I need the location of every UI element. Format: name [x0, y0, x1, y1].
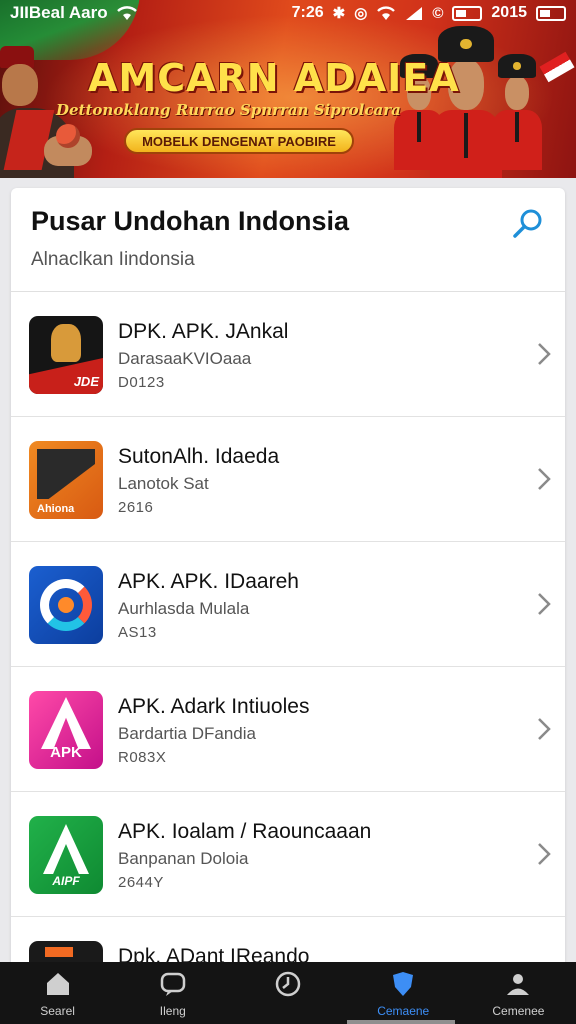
data-saver-icon: © [432, 4, 444, 22]
chevron-right-icon [538, 718, 551, 740]
clock-time: 7:26 [291, 4, 324, 21]
warrior-icon: JDE [29, 316, 103, 394]
list-item[interactable]: Dpk. ADant IReando [11, 917, 565, 968]
list-item[interactable]: APK. APK. IDaareh Aurhlasda Mulala AS13 [11, 542, 565, 667]
app-meta: AS13 [118, 624, 157, 641]
officers-illustration [394, 24, 576, 178]
app-title: APK. Ioalam / Raouncaaan [118, 820, 372, 843]
page-title: Pusar Undohan Indonsia [31, 206, 350, 236]
app-list: JDE DPK. APK. JAnkal DarasaaKVIOaaa D012… [11, 292, 565, 968]
chevron-right-icon [538, 593, 551, 615]
pink-a-icon: APK [29, 691, 103, 769]
app-meta: D0123 [118, 374, 165, 391]
green-a-icon: AIPF [29, 816, 103, 894]
nav-label: Searel [40, 1004, 75, 1018]
app-directory-card: Pusar Undohan Indonsia Alnaclkan Iindons… [11, 188, 565, 968]
card-header: Pusar Undohan Indonsia Alnaclkan Iindons… [11, 188, 565, 292]
wifi-icon [116, 6, 137, 20]
chevron-right-icon [538, 468, 551, 490]
app-subtitle: Banpanan Doloia [118, 849, 249, 868]
app-subtitle: Lanotok Sat [118, 474, 209, 493]
banner-cta-button[interactable]: MOBELK DENGENAT PAOBIRE [124, 128, 354, 154]
bluetooth-icon: ✱ [332, 5, 346, 22]
app-meta: 2616 [118, 499, 154, 516]
search-icon[interactable] [511, 206, 547, 242]
banner-title: AMCARN ADAIEA [88, 56, 460, 100]
promo-banner[interactable]: JIIBeal Aaro 7:26 ✱ ◎ © 2015 AMCARN ADAI… [0, 0, 576, 178]
app-title: APK. Adark Intiuoles [118, 695, 310, 718]
app-meta: R083X [118, 749, 167, 766]
profile-icon [507, 974, 530, 995]
blue-swirl-icon [29, 566, 103, 644]
banner-subtitle: Dettonoklang Rurrao Spnrran Siprolcara [56, 101, 401, 119]
app-title: APK. APK. IDaareh [118, 570, 299, 593]
home-icon [46, 973, 69, 995]
app-meta: 2644Y [118, 874, 164, 891]
list-item[interactable]: APK APK. Adark Intiuoles Bardartia DFand… [11, 667, 565, 792]
sync-icon: ◎ [354, 5, 368, 22]
page-subtitle: Alnaclkan Iindonsia [31, 249, 195, 270]
nav-item-history[interactable] [230, 962, 345, 1024]
small-flag-decoration [539, 51, 575, 83]
carrier-label: JIIBeal Aaro [10, 3, 108, 22]
nav-label: Cemenee [492, 1004, 545, 1018]
wifi-status-icon [377, 5, 396, 20]
app-subtitle: Bardartia DFandia [118, 724, 256, 743]
list-item[interactable]: AIPF APK. Ioalam / Raouncaaan Banpanan D… [11, 792, 565, 917]
clock-icon [275, 971, 301, 997]
app-title: SutonAlh. Idaeda [118, 445, 280, 468]
nav-item-home[interactable]: Searel [0, 962, 115, 1024]
chat-icon [160, 972, 186, 996]
battery-icon-secondary [536, 5, 566, 21]
nav-item-profile[interactable]: Cemenee [461, 962, 576, 1024]
list-item[interactable]: JDE DPK. APK. JAnkal DarasaaKVIOaaa D012… [11, 292, 565, 417]
battery-label: 2015 [491, 4, 527, 21]
bottom-navigation: Searel Ileng Cemaene Cemenee [0, 962, 576, 1024]
battery-icon [452, 5, 483, 21]
nav-item-chat[interactable]: Ileng [115, 962, 230, 1024]
nav-label: Ileng [159, 1004, 186, 1018]
active-tab-indicator [347, 1020, 455, 1024]
app-title: DPK. APK. JAnkal [118, 320, 289, 343]
chevron-right-icon [538, 343, 551, 365]
orange-grid-icon: Ahiona [29, 441, 103, 519]
status-bar: JIIBeal Aaro 7:26 ✱ ◎ © 2015 [0, 0, 576, 26]
app-subtitle: DarasaaKVIOaaa [118, 349, 252, 368]
shield-icon [393, 972, 414, 996]
nav-item-security[interactable]: Cemaene [346, 962, 461, 1024]
nav-label: Cemaene [377, 1004, 430, 1018]
list-item[interactable]: Ahiona SutonAlh. Idaeda Lanotok Sat 2616 [11, 417, 565, 542]
app-subtitle: Aurhlasda Mulala [118, 599, 250, 618]
chevron-right-icon [538, 843, 551, 865]
signal-icon [406, 6, 423, 20]
